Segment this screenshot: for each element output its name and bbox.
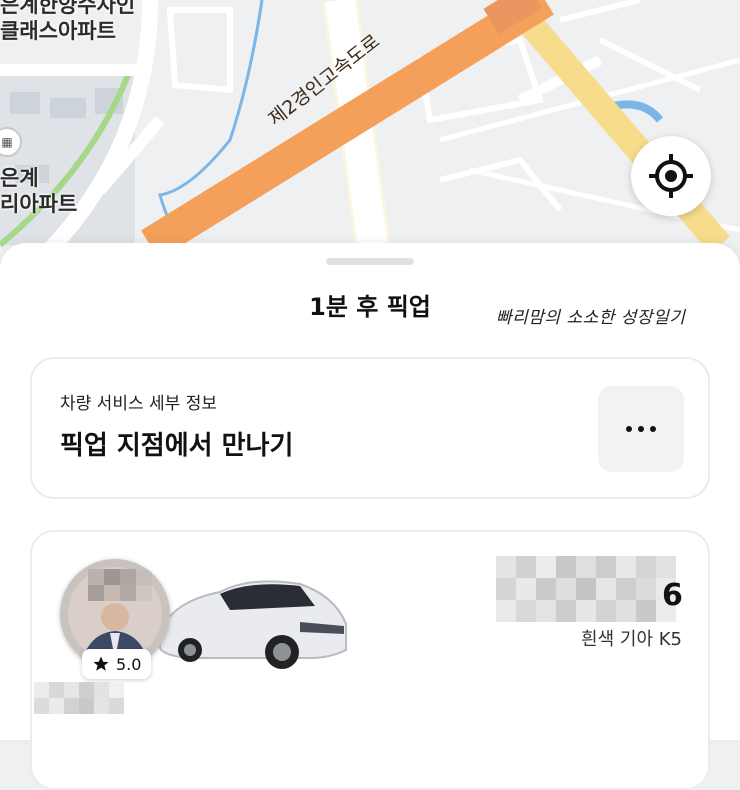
bottom-sheet: 1분 후 픽업 빠리맘의 소소한 성장일기 차량 서비스 세부 정보 픽업 지점… <box>0 243 740 790</box>
driver-rating-value: 5.0 <box>116 654 142 674</box>
map-label-line: 은계한양수자인 <box>0 0 136 17</box>
more-dot <box>650 426 656 432</box>
driver-name-redacted <box>34 682 124 714</box>
license-plate-redacted <box>496 556 676 622</box>
driver-rating-badge: 5.0 <box>82 649 152 679</box>
crosshair-icon <box>649 154 693 198</box>
map-label-line: 클래스아파트 <box>0 19 116 43</box>
more-options-button[interactable] <box>598 386 684 472</box>
locate-me-button[interactable] <box>631 136 711 216</box>
more-horizontal-icon <box>626 426 632 432</box>
license-plate-tail: 6 <box>662 578 683 613</box>
map-label-line: 리아파트 <box>0 192 78 216</box>
star-icon <box>93 656 109 671</box>
map-label-apartment-top: 은계한양수자인 클래스아파트 <box>0 0 135 44</box>
map-label-apartment-mid: 은계 리아파트 <box>0 165 77 217</box>
watermark-text: 빠리맘의 소소한 성장일기 <box>496 308 686 328</box>
service-details-subtitle: 차량 서비스 세부 정보 <box>60 394 217 414</box>
sheet-drag-handle[interactable] <box>326 258 414 265</box>
car-image <box>159 580 347 669</box>
vehicle-description: 흰색 기아 K5 <box>581 629 682 650</box>
service-details-card[interactable]: 차량 서비스 세부 정보 픽업 지점에서 만나기 <box>30 357 710 499</box>
pickup-instruction: 픽업 지점에서 만나기 <box>60 431 294 461</box>
map-label-line: 은계 <box>0 166 39 190</box>
more-dot <box>638 426 644 432</box>
driver-vehicle-card[interactable]: 5.0 6 흰색 기아 K5 <box>30 530 710 790</box>
